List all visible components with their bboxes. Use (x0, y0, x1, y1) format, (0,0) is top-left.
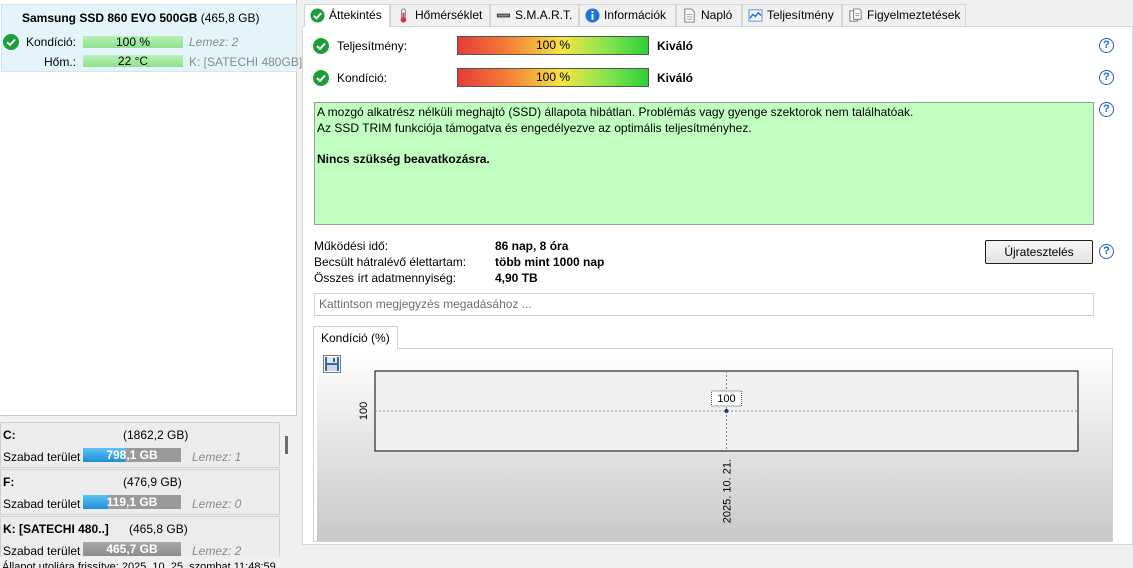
volume-free-bar: 119,1 GB (83, 495, 181, 509)
volume-list: C: (1862,2 GB) Szabad terület 798,1 GB L… (0, 420, 297, 562)
volume-free-value: 119,1 GB (106, 495, 158, 509)
written-value: 4,90 TB (495, 271, 538, 285)
volume-item[interactable]: K: [SATECHI 480..] (465,8 GB) Szabad ter… (0, 516, 280, 562)
document-icon (682, 8, 697, 23)
disk-condition-bar: 100 % (83, 36, 183, 48)
disk-condition-label: Kondíció: (26, 35, 77, 49)
volume-free-label: Szabad terület (3, 497, 81, 511)
uptime-value: 86 nap, 8 óra (495, 239, 569, 253)
volume-free-label: Szabad terület (3, 450, 81, 464)
chart-area: 100 2025. 10. 21. 100 (317, 351, 1112, 541)
tab-label: Hőmérséklet (415, 8, 483, 22)
condition-ok-icon (313, 70, 329, 86)
volume-lemez: Lemez: 0 (192, 497, 242, 511)
tab-smart[interactable]: S.M.A.R.T. (490, 4, 579, 26)
tab-label: Áttekintés (329, 8, 382, 22)
warnings-icon (848, 8, 863, 23)
disk-title: Samsung SSD 860 EVO 500GB (465,8 GB) (22, 11, 259, 25)
right-panel: Áttekintés Hőmérséklet S.M.A.R.T. Inform… (302, 0, 1133, 557)
disk-size: (465,8 GB) (200, 11, 260, 25)
description-conclusion: Nincs szükség beavatkozásra. (317, 151, 490, 166)
check-circle-icon (310, 8, 325, 23)
volume-lemez: Lemez: 1 (192, 450, 242, 464)
volume-name: K: [SATECHI 480..] (3, 522, 109, 536)
tab-temperature[interactable]: Hőmérséklet (390, 4, 490, 26)
disk-list: Samsung SSD 860 EVO 500GB (465,8 GB) Kon… (0, 0, 302, 416)
tab-bar: Áttekintés Hőmérséklet S.M.A.R.T. Inform… (302, 4, 1133, 27)
data-point (724, 409, 729, 413)
tab-info[interactable]: Információk (579, 4, 676, 26)
volume-free-bar: 798,1 GB (83, 448, 181, 462)
tab-label: Teljesítmény (767, 8, 834, 22)
tab-label: Információk (604, 8, 667, 22)
description-line: Az SSD TRIM funkciója támogatva és enged… (317, 120, 752, 135)
disk-temp-bar: 22 °C (83, 55, 183, 67)
volume-free-value: 465,7 GB (106, 542, 158, 556)
volume-scrollbar[interactable] (285, 436, 288, 454)
volume-item[interactable]: F: (476,9 GB) Szabad terület 119,1 GB Le… (0, 469, 280, 515)
help-icon[interactable]: ? (1099, 38, 1114, 53)
volume-free-bar: 465,7 GB (83, 542, 181, 556)
tab-performance[interactable]: Teljesítmény (742, 4, 842, 26)
y-tick-label: 100 (358, 402, 370, 420)
condition-rating: Kiváló (657, 71, 694, 85)
tab-warnings[interactable]: Figyelmeztetések (842, 4, 966, 26)
data-label: 100 (717, 393, 735, 405)
retest-button[interactable]: Újratesztelés (985, 240, 1093, 264)
chart-icon (748, 8, 763, 23)
condition-bar: 100 % (457, 68, 649, 87)
volume-item[interactable]: C: (1862,2 GB) Szabad terület 798,1 GB L… (0, 422, 280, 468)
description-line: A mozgó alkatrész nélküli meghajtó (SSD)… (317, 105, 914, 119)
tab-log[interactable]: Napló (676, 4, 742, 26)
lifetime-label: Becsült hátralévő élettartam: (314, 255, 467, 269)
disk-temp-label: Hőm.: (44, 55, 77, 69)
overview-content: Teljesítmény: 100 % Kiváló ? Kondíció: 1… (302, 26, 1133, 545)
volume-name: F: (3, 475, 15, 489)
help-icon[interactable]: ? (1099, 244, 1114, 259)
volume-free-label: Szabad terület (3, 544, 81, 558)
chart-tab-condition[interactable]: Kondíció (%) (313, 326, 398, 349)
thermometer-icon (396, 8, 411, 23)
status-bar: Állapot utoljára frissítve: 2025. 10. 25… (0, 557, 1133, 568)
tab-label: S.M.A.R.T. (515, 8, 573, 22)
tab-overview[interactable]: Áttekintés (304, 4, 390, 27)
performance-ok-icon (313, 38, 329, 54)
volume-name: C: (3, 428, 16, 442)
tab-label: Figyelmeztetések (867, 8, 961, 22)
uptime-label: Működési idő: (314, 239, 389, 253)
help-icon[interactable]: ? (1099, 102, 1114, 117)
performance-label: Teljesítmény: (337, 39, 408, 53)
disk-name: Samsung SSD 860 EVO 500GB (22, 11, 198, 25)
volume-lemez: Lemez: 2 (192, 544, 242, 558)
performance-bar: 100 % (457, 36, 649, 55)
note-input[interactable]: Kattintson megjegyzés megadásához ... (314, 293, 1094, 316)
volume-size: (476,9 GB) (123, 475, 182, 489)
disk-lemez: Lemez: 2 (189, 35, 239, 49)
performance-rating: Kiváló (657, 39, 694, 53)
tab-label: Napló (701, 8, 733, 22)
condition-label: Kondíció: (337, 71, 388, 85)
x-tick-label: 2025. 10. 21. (722, 459, 734, 523)
chart-frame: 100 2025. 10. 21. 100 (313, 348, 1113, 542)
smart-icon (496, 8, 511, 23)
lifetime-value: több mint 1000 nap (495, 255, 605, 269)
disk-card[interactable]: Samsung SSD 860 EVO 500GB (465,8 GB) Kon… (1, 4, 302, 72)
status-ok-icon (3, 34, 19, 50)
info-icon (585, 8, 600, 23)
left-panel: Samsung SSD 860 EVO 500GB (465,8 GB) Kon… (0, 0, 302, 562)
condition-chart: 100 2025. 10. 21. 100 (358, 370, 1079, 523)
disk-drive-label: K: [SATECHI 480GB] (189, 55, 303, 69)
written-label: Összes írt adatmennyiség: (314, 271, 457, 285)
volume-free-value: 798,1 GB (106, 448, 158, 462)
volume-size: (465,8 GB) (129, 522, 188, 536)
status-description: A mozgó alkatrész nélküli meghajtó (SSD)… (314, 102, 1094, 225)
volume-size: (1862,2 GB) (123, 428, 189, 442)
help-icon[interactable]: ? (1099, 70, 1114, 85)
